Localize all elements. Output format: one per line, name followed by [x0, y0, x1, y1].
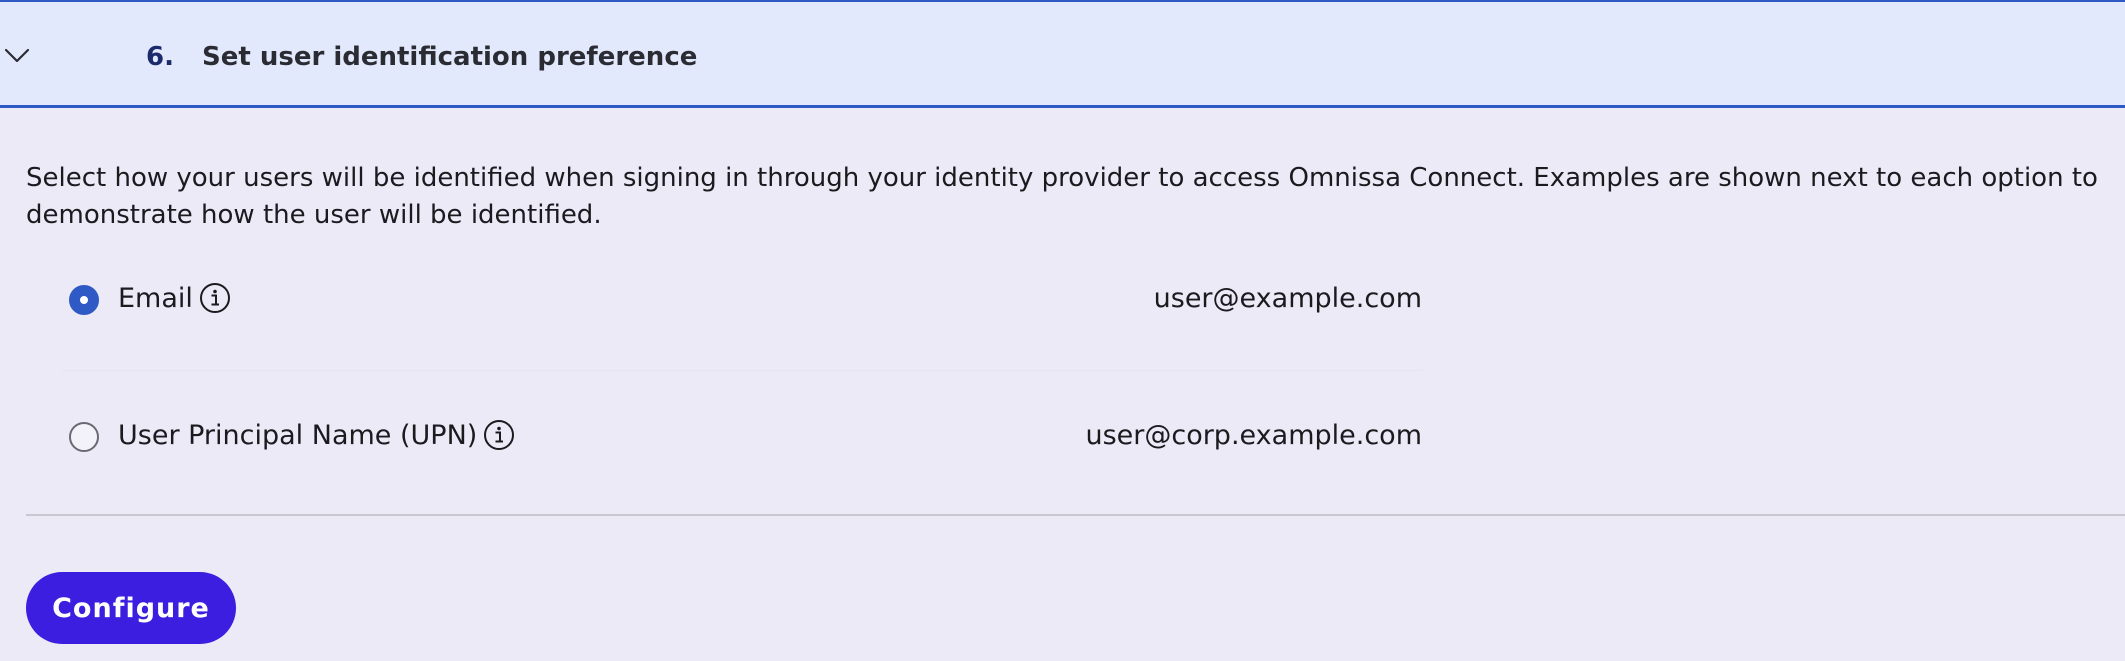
- chevron-down-icon[interactable]: [2, 40, 32, 70]
- step-title: Set user identification preference: [202, 42, 698, 72]
- section-divider: [26, 514, 2125, 516]
- step-header[interactable]: 6. Set user identification preference: [0, 0, 2125, 108]
- option-divider: [62, 370, 1422, 371]
- option-label-upn[interactable]: User Principal Name (UPN): [118, 419, 515, 453]
- upn-label-text: User Principal Name (UPN): [118, 420, 478, 451]
- email-label-text: Email: [118, 283, 193, 314]
- option-label-email[interactable]: Email: [118, 282, 231, 316]
- info-icon[interactable]: [483, 419, 515, 451]
- configure-button[interactable]: Configure: [26, 572, 236, 644]
- upn-example: user@corp.example.com: [1085, 420, 1422, 451]
- step-number: 6.: [146, 42, 174, 72]
- email-example: user@example.com: [1153, 283, 1422, 314]
- page: 6. Set user identification preference Se…: [0, 0, 2125, 661]
- info-icon[interactable]: [199, 282, 231, 314]
- option-upn[interactable]: User Principal Name (UPN) user@corp.exam…: [62, 402, 1422, 472]
- upn-radio[interactable]: [69, 422, 99, 452]
- option-email[interactable]: Email user@example.com: [62, 265, 1422, 335]
- email-radio[interactable]: [69, 285, 99, 315]
- step-description: Select how your users will be identified…: [26, 163, 2098, 230]
